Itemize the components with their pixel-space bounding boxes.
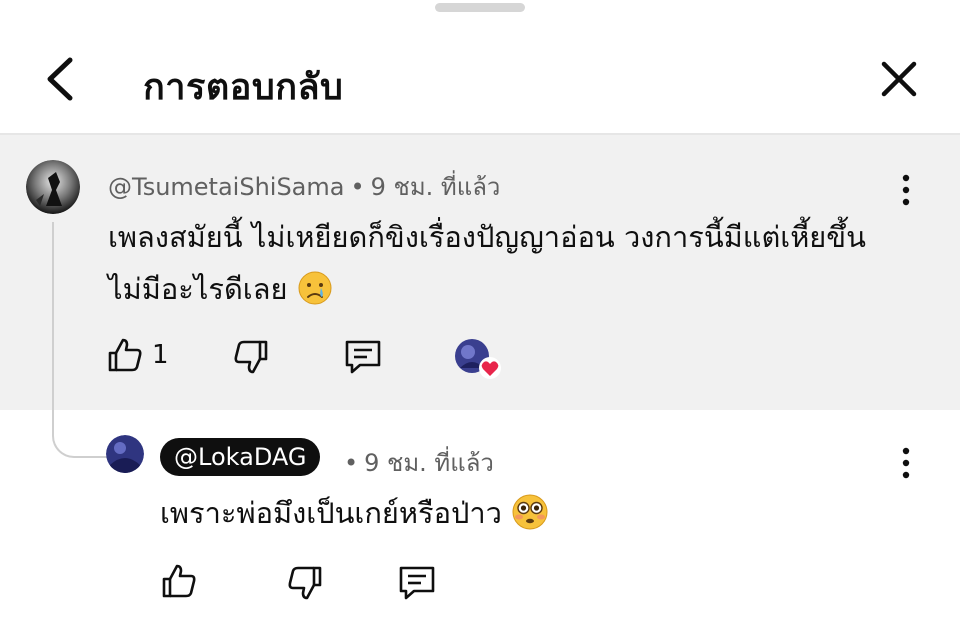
separator: •: [350, 173, 365, 201]
close-icon: [881, 61, 917, 97]
header: การตอบกลับ: [0, 0, 960, 134]
more-vert-icon: [902, 447, 910, 479]
drag-handle[interactable]: [435, 3, 525, 12]
author-name-chip[interactable]: @LokaDAG: [160, 438, 321, 476]
like-button[interactable]: [106, 336, 144, 378]
comment-meta: • 9 ชม. ที่แล้ว: [338, 443, 494, 482]
reply-button[interactable]: [343, 338, 383, 380]
creator-heart: [454, 338, 502, 384]
separator: •: [344, 449, 359, 477]
heart-icon: [479, 357, 501, 379]
thread-connector: [52, 222, 110, 458]
timestamp: 9 ชม. ที่แล้ว: [370, 173, 501, 201]
comment-text: ไม่มีอะไรดีเลย: [108, 272, 288, 306]
comment-text-line: เพลงสมัยนี้ ไม่เหยียดก็ขิงเรื่องปัญญาอ่อ…: [108, 220, 866, 254]
avatar[interactable]: [26, 160, 80, 214]
comment-icon: [345, 340, 381, 374]
reply-button[interactable]: [397, 564, 437, 606]
comment-text-line: เพราะพ่อมึงเป็นเกย์หรือป่าว: [160, 490, 549, 538]
avatar[interactable]: [106, 435, 144, 473]
comment-text: เพราะพ่อมึงเป็นเกย์หรือป่าว: [160, 496, 502, 530]
comment-icon: [399, 566, 435, 600]
thumbs-up-icon: [108, 338, 142, 372]
comment-meta: @TsumetaiShiSama • 9 ชม. ที่แล้ว: [108, 167, 500, 206]
more-options-button[interactable]: [894, 443, 918, 483]
close-button[interactable]: [876, 56, 922, 102]
comment-text-line: ไม่มีอะไรดีเลย: [108, 266, 333, 313]
chevron-left-icon: [47, 57, 73, 101]
thumbs-down-icon: [234, 340, 268, 374]
more-vert-icon: [902, 174, 910, 206]
thumbs-down-icon: [288, 566, 322, 600]
page-title: การตอบกลับ: [143, 67, 344, 108]
like-button[interactable]: [160, 562, 198, 604]
author-name[interactable]: @TsumetaiShiSama: [108, 173, 344, 201]
timestamp: 9 ชม. ที่แล้ว: [364, 449, 494, 477]
like-count: 1: [152, 340, 169, 370]
dislike-button[interactable]: [286, 564, 324, 606]
thumbs-up-icon: [162, 564, 196, 598]
back-button[interactable]: [40, 52, 84, 106]
dislike-button[interactable]: [232, 338, 270, 380]
crying-face-icon: [297, 270, 333, 313]
flushed-face-icon: [511, 493, 549, 538]
more-options-button[interactable]: [894, 170, 918, 210]
